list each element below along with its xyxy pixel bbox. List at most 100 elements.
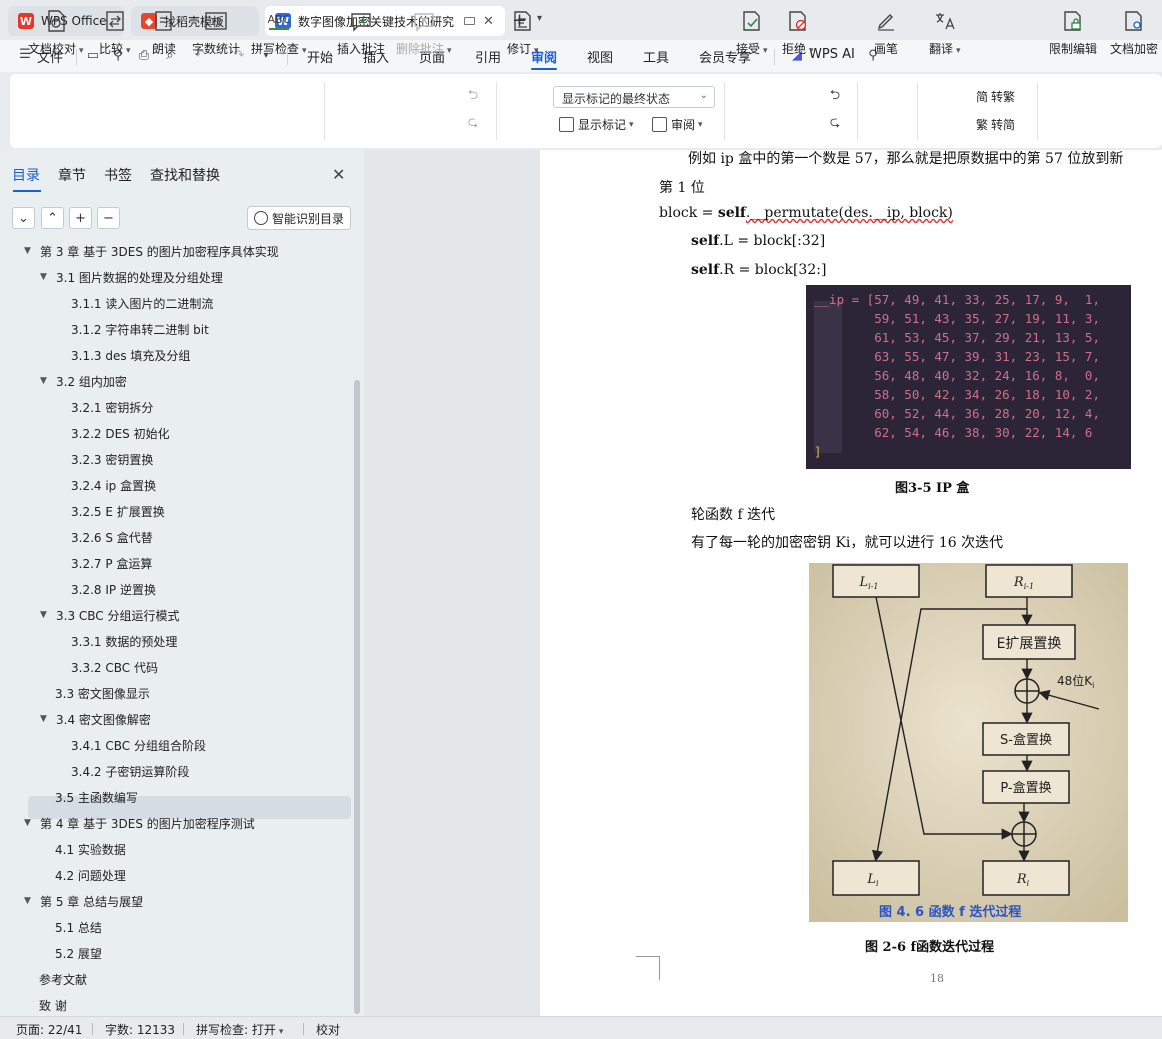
toc-item[interactable]: 3.3.2 CBC 代码 xyxy=(71,656,158,678)
monitor-icon[interactable] xyxy=(464,17,475,25)
menu-wps-ai[interactable]: WPS AI xyxy=(809,47,855,62)
toc-item[interactable]: 3.2.5 E 扩展置换 xyxy=(71,500,165,522)
menu-tools[interactable]: 工具 xyxy=(643,47,669,66)
toc-item[interactable]: 3.2.8 IP 逆置换 xyxy=(71,578,156,600)
spell-check-label: 拼写检查 xyxy=(251,42,300,56)
trad-to-simp-button[interactable]: 繁 转简 xyxy=(976,116,1015,133)
expand-up-button[interactable]: ⌃ xyxy=(41,207,64,229)
toc-item[interactable]: 3.2.4 ip 盒置换 xyxy=(71,474,156,496)
menu-view[interactable]: 视图 xyxy=(587,47,613,66)
read-aloud-button[interactable]: 朗读 xyxy=(151,8,177,66)
toc-item[interactable]: 参考文献 xyxy=(39,968,87,990)
toc-item[interactable]: 3.2.2 DES 初始化 xyxy=(71,422,170,444)
review-pane-button[interactable]: 审阅 ▾ xyxy=(652,116,703,133)
toc-item[interactable]: 3.5 主函数编写 xyxy=(55,786,138,808)
insert-comment-button[interactable]: 插入批注 xyxy=(337,8,385,66)
collapse-all-button[interactable]: ⌄ xyxy=(12,207,35,229)
word-count-button[interactable]: 12 字数统计 xyxy=(192,8,240,66)
insert-comment-icon xyxy=(348,8,374,34)
spell-check-indicator[interactable]: 拼写检查: 打开 ▾ xyxy=(196,1021,283,1038)
toc-item[interactable]: 3.3.1 数据的预处理 xyxy=(71,630,177,652)
revise-label: 修订 xyxy=(507,42,532,56)
expand-arrow-icon[interactable]: ▼ xyxy=(24,246,36,256)
reject-button[interactable]: 拒绝 ▾ xyxy=(782,8,814,66)
delete-comment-button[interactable]: 删除批注 ▾ xyxy=(396,8,452,66)
toc-item[interactable]: ▼ 3.2 组内加密 xyxy=(40,370,127,392)
show-markup-button[interactable]: 显示标记 ▾ xyxy=(559,116,634,133)
remove-toc-item-button[interactable]: − xyxy=(97,207,120,229)
close-pane-icon[interactable]: ✕ xyxy=(332,165,345,184)
expand-arrow-icon[interactable]: ▼ xyxy=(40,714,52,724)
prev-comment-icon[interactable]: ⮌ xyxy=(466,89,480,103)
toc-item[interactable]: 3.4.2 子密钥运算阶段 xyxy=(71,760,189,782)
toc-item[interactable]: 3.2.7 P 盒运算 xyxy=(71,552,152,574)
toc-item[interactable]: ▼ 第 3 章 基于 3DES 的图片加密程序具体实现 xyxy=(24,242,279,262)
toc-item[interactable]: ▼ 3.1 图片数据的处理及分组处理 xyxy=(40,266,223,288)
toc-item[interactable]: ▼ 3.3 CBC 分组运行模式 xyxy=(40,604,180,626)
expand-arrow-icon[interactable]: ▼ xyxy=(40,376,52,386)
body-text-line: 有了每一轮的加密密钥 Ki，就可以进行 16 次迭代 xyxy=(691,535,1004,551)
pen-button[interactable]: 画笔 xyxy=(873,8,899,66)
save-icon[interactable]: ▭ xyxy=(86,49,100,63)
code-text-line: self.R = block[32:] xyxy=(691,262,826,278)
expand-arrow-icon[interactable]: ▼ xyxy=(40,272,52,282)
word-count-indicator[interactable]: 字数: 12133 xyxy=(105,1021,175,1038)
close-tab-icon[interactable]: ✕ xyxy=(483,14,494,29)
expand-arrow-icon[interactable]: ▼ xyxy=(24,896,36,906)
tab-toc[interactable]: 目录 xyxy=(12,165,40,185)
toc-item[interactable]: 5.1 总结 xyxy=(55,916,102,938)
translate-button[interactable]: 翻译 ▾ xyxy=(929,8,961,66)
accept-button[interactable]: 接受 ▾ xyxy=(736,8,768,66)
tab-bookmarks[interactable]: 书签 xyxy=(104,165,132,185)
toc-item[interactable]: 3.4.1 CBC 分组组合阶段 xyxy=(71,734,206,756)
menu-home[interactable]: 开始 xyxy=(307,47,333,66)
l-prev-label: L xyxy=(859,575,869,590)
toc-item[interactable]: 3.2.1 密钥拆分 xyxy=(71,396,153,418)
next-comment-icon[interactable]: ⮎ xyxy=(466,116,480,130)
doc-encrypt-button[interactable]: 文档加密 xyxy=(1110,8,1158,66)
toc-item[interactable]: ▼ 第 4 章 基于 3DES 的图片加密程序测试 xyxy=(24,812,255,834)
restrict-edit-label: 限制编辑 xyxy=(1049,42,1098,56)
markup-mode-select[interactable]: 显示标记的最终状态 ⌄ xyxy=(553,86,715,108)
toc-item[interactable]: 3.1.2 字符串转二进制 bit xyxy=(71,318,209,340)
print-icon[interactable]: ⎙ xyxy=(137,49,151,63)
spell-check-button[interactable]: ABC 拼写检查 ▾ xyxy=(251,8,307,66)
toc-item[interactable]: 4.1 实验数据 xyxy=(55,838,126,860)
prev-change-icon[interactable]: ⮌ xyxy=(828,89,842,103)
word-count-label: 字数统计 xyxy=(192,42,241,56)
toc-item[interactable]: ▼ 3.4 密文图像解密 xyxy=(40,708,151,730)
toc-item-label: 3.2.2 DES 初始化 xyxy=(71,426,170,441)
page-indicator[interactable]: 页面: 22/41 xyxy=(16,1021,82,1038)
toc-item[interactable]: 3.3 密文图像显示 xyxy=(55,682,150,704)
tab-chapters[interactable]: 章节 xyxy=(58,165,86,185)
compare-button[interactable]: 比较 ▾ xyxy=(99,8,131,66)
toc-item[interactable]: 5.2 展望 xyxy=(55,942,102,964)
toc-item-label: 3.1.3 des 填充及分组 xyxy=(71,348,191,363)
doc-check-button[interactable]: 文档校对 ▾ xyxy=(28,8,84,66)
toc-item-label: 4.2 问题处理 xyxy=(55,868,126,883)
menu-references[interactable]: 引用 xyxy=(475,47,501,66)
toc-item-label: 第 3 章 基于 3DES 的图片加密程序具体实现 xyxy=(40,244,279,259)
proof-indicator[interactable]: 校对 xyxy=(316,1021,340,1038)
toc-item[interactable]: 3.1.1 读入图片的二进制流 xyxy=(71,292,213,314)
expand-arrow-icon[interactable]: ▼ xyxy=(40,610,52,620)
revise-button[interactable]: 修订 ▾ xyxy=(507,8,539,66)
r-next-label: R xyxy=(1016,872,1027,887)
code-line: 60, 52, 44, 36, 28, 20, 12, 4, xyxy=(814,406,1100,421)
toc-item[interactable]: ▼ 第 5 章 总结与展望 xyxy=(24,890,143,912)
expand-arrow-icon[interactable]: ▼ xyxy=(24,818,36,828)
add-toc-item-button[interactable]: + xyxy=(69,207,92,229)
next-change-icon[interactable]: ⮎ xyxy=(828,116,842,130)
toc-scrollbar[interactable] xyxy=(354,380,360,1014)
smart-toc-button[interactable]: 智能识别目录 xyxy=(247,206,351,230)
toc-item[interactable]: 3.1.3 des 填充及分组 xyxy=(71,344,190,366)
toc-item[interactable]: 3.2.3 密钥置换 xyxy=(71,448,153,470)
tab-find-replace[interactable]: 查找和替换 xyxy=(150,165,220,185)
toc-item[interactable]: 4.2 问题处理 xyxy=(55,864,126,886)
compare-icon xyxy=(102,8,128,34)
restrict-edit-button[interactable]: 限制编辑 xyxy=(1049,8,1097,66)
insert-comment-label: 插入批注 xyxy=(337,42,386,56)
toc-item[interactable]: 3.2.6 S 盒代替 xyxy=(71,526,153,548)
toc-item[interactable]: 致 谢 xyxy=(39,994,67,1016)
simp-to-trad-button[interactable]: 简 转繁 xyxy=(976,88,1015,105)
